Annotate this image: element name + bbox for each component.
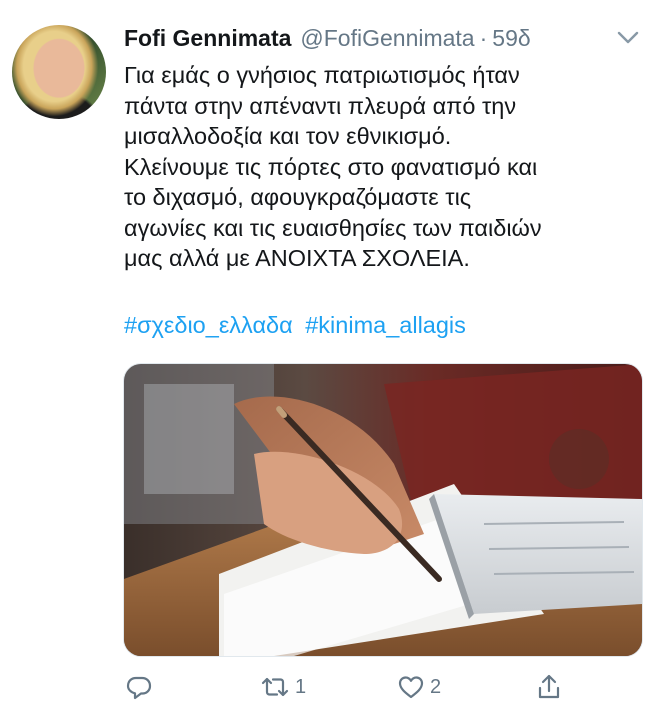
tweet-timestamp[interactable]: 59δ xyxy=(492,25,530,52)
tweet-text-line: μισαλλοδοξία και τον εθνικισμό. xyxy=(124,123,452,149)
share-button[interactable] xyxy=(534,672,564,702)
author-name[interactable]: Fofi Gennimata xyxy=(124,25,291,52)
reply-icon xyxy=(126,676,152,700)
separator-dot: · xyxy=(479,25,488,51)
avatar[interactable] xyxy=(12,25,106,119)
tweet-image[interactable] xyxy=(123,363,643,657)
like-count: 2 xyxy=(430,675,442,698)
share-icon xyxy=(538,674,560,699)
reply-button[interactable] xyxy=(124,672,158,702)
hashtags: #σχεδιο_ελλαδα #kinima_allagis xyxy=(124,310,472,340)
tweet-actions: 1 2 xyxy=(124,672,564,710)
retweet-icon xyxy=(261,677,289,697)
tweet-text-line: το διχασμό, αφουγκραζόμαστε τις xyxy=(124,184,472,210)
retweet-button[interactable]: 1 xyxy=(259,672,306,702)
tweet-text-line: μας αλλά με ΑΝΟΙΧΤΑ ΣΧΟΛΕΙΑ. xyxy=(124,245,470,271)
hashtag-link[interactable]: #σχεδιο_ελλαδα xyxy=(124,312,293,338)
chevron-down-icon[interactable] xyxy=(614,26,642,50)
tweet-header: Fofi Gennimata @FofiGennimata · 59δ xyxy=(124,25,640,52)
tweet-text-line: πάντα στην απέναντι πλευρά από την xyxy=(124,92,517,119)
exam-writing-photo xyxy=(124,364,642,656)
retweet-count: 1 xyxy=(295,675,307,698)
hashtag-link[interactable]: #kinima_allagis xyxy=(305,312,466,338)
tweet-text-line: Κλείνουμε τις πόρτες στο φανατισμό και xyxy=(124,153,538,180)
author-handle[interactable]: @FofiGennimata xyxy=(300,25,474,52)
heart-icon xyxy=(398,676,424,699)
tweet-text-line: Για εμάς ο γνήσιος πατριωτισμός ήταν xyxy=(124,62,520,88)
tweet-text-line: αγωνίες και τις ευαισθησίες των παιδιών xyxy=(124,214,542,241)
like-button[interactable]: 2 xyxy=(396,672,441,702)
tweet-text: Για εμάς ο γνήσιος πατριωτισμός ήταν πάν… xyxy=(124,60,644,274)
